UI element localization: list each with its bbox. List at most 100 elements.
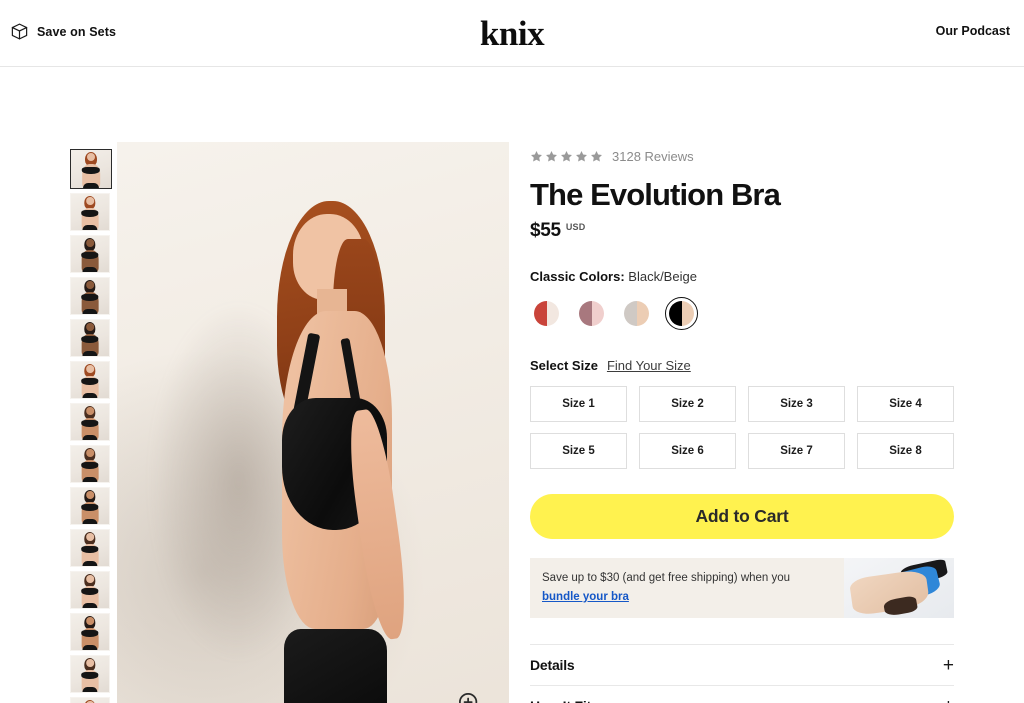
thumbnail-9[interactable] <box>70 529 110 567</box>
color-swatch-red-print[interactable] <box>530 297 563 330</box>
price-currency: USD <box>565 222 586 233</box>
color-swatch-list[interactable] <box>530 297 954 331</box>
thumb-bra <box>81 166 101 175</box>
our-podcast-link[interactable]: Our Podcast <box>936 24 1010 38</box>
thumbnail-figure <box>71 446 109 482</box>
swatch-left-half <box>579 301 592 327</box>
thumbnail-11[interactable] <box>70 613 110 651</box>
accordion-label: How It Fits <box>530 698 599 703</box>
color-swatch-mauve-pink[interactable] <box>575 297 608 330</box>
thumbnail-8[interactable] <box>70 487 110 525</box>
size-selector[interactable]: Size 1 Size 2 Size 3 Size 4 Size 5 Size 6 Size… <box>530 386 954 470</box>
thumb-head <box>86 281 94 289</box>
swatch-right-half <box>591 301 604 327</box>
model-figure <box>223 190 458 703</box>
thumbnail-6[interactable] <box>70 403 110 441</box>
thumbnail-figure <box>71 698 109 703</box>
thumb-head <box>86 407 94 415</box>
thumb-head <box>86 197 94 205</box>
thumb-bottoms <box>82 309 98 314</box>
bundle-your-bra-link[interactable]: bundle your bra <box>542 591 629 603</box>
star-icon <box>575 150 588 163</box>
page-title: The Evolution Bra <box>530 177 781 212</box>
thumbnail-strip[interactable] <box>70 149 114 703</box>
thumb-bottoms <box>82 645 98 650</box>
swatch-right-half <box>636 301 649 327</box>
accordion-details[interactable]: Details + <box>530 645 954 687</box>
thumbnail-13[interactable] <box>70 697 110 703</box>
swatch-right-half <box>681 301 694 327</box>
promo-image <box>844 558 954 619</box>
size-button-6[interactable]: Size 6 <box>639 433 736 470</box>
size-button-2[interactable]: Size 2 <box>639 386 736 423</box>
thumb-head <box>86 239 94 247</box>
color-swatch-grey-beige[interactable] <box>620 297 653 330</box>
find-your-size-link[interactable]: Find Your Size <box>607 358 691 373</box>
size-button-5[interactable]: Size 5 <box>530 433 627 470</box>
thumb-head <box>86 575 94 583</box>
thumbnail-7[interactable] <box>70 445 110 483</box>
add-to-cart-button[interactable]: Add to Cart <box>530 494 954 540</box>
thumbnail-1[interactable] <box>70 193 110 231</box>
thumbnail-figure <box>71 320 109 356</box>
product-gallery: Katy is a 36DD, she's wearing a size 7 b… <box>0 67 520 703</box>
model-bottoms <box>283 629 388 703</box>
swatch-left-half <box>669 301 682 327</box>
thumb-bottoms <box>82 267 98 272</box>
thumbnail-figure <box>71 362 109 398</box>
main-product-image[interactable] <box>117 142 509 703</box>
thumbnail-figure <box>71 194 109 230</box>
size-button-8[interactable]: Size 8 <box>857 433 954 470</box>
selected-color-name: Black/Beige <box>628 269 697 285</box>
size-button-4[interactable]: Size 4 <box>857 386 954 423</box>
thumbnail-0[interactable] <box>70 149 112 189</box>
thumbnail-10[interactable] <box>70 571 110 609</box>
thumb-head <box>87 153 95 162</box>
size-header: Select Size Find Your Size <box>530 358 954 373</box>
price-row: $55 USD <box>530 220 954 242</box>
knix-logo[interactable]: knix <box>0 16 1024 51</box>
thumbnail-figure <box>71 656 109 692</box>
thumb-bottoms <box>83 183 99 188</box>
rating-row[interactable]: 3128 Reviews <box>530 149 954 164</box>
thumbnail-5[interactable] <box>70 361 110 399</box>
size-button-1[interactable]: Size 1 <box>530 386 627 423</box>
thumb-head <box>86 659 94 667</box>
swatch-circle <box>624 301 649 327</box>
swatch-left-half <box>624 301 637 327</box>
thumb-bottoms <box>82 351 98 356</box>
thumb-head <box>86 491 94 499</box>
accordion-label: Details <box>530 657 575 674</box>
product-info-accordion[interactable]: Details+How It Fits+Fabric & Care+ <box>530 644 954 703</box>
thumbnail-figure <box>71 530 109 566</box>
plus-icon[interactable]: + <box>943 697 954 703</box>
thumb-bottoms <box>82 603 98 608</box>
swatch-circle <box>534 301 559 327</box>
thumbnail-figure <box>71 150 111 188</box>
star-rating <box>530 150 603 163</box>
thumbnail-figure <box>71 404 109 440</box>
thumb-bottoms <box>82 435 98 440</box>
bundle-promo-banner[interactable]: Save up to $30 (and get free shipping) w… <box>530 558 954 619</box>
thumbnail-figure <box>71 488 109 524</box>
thumb-bottoms <box>82 393 98 398</box>
plus-icon[interactable]: + <box>943 656 954 675</box>
thumbnail-4[interactable] <box>70 319 110 357</box>
thumb-head <box>86 365 94 373</box>
thumbnail-2[interactable] <box>70 235 110 273</box>
zoom-in-icon[interactable] <box>455 689 485 703</box>
promo-text-block: Save up to $30 (and get free shipping) w… <box>530 558 844 618</box>
thumbnail-3[interactable] <box>70 277 110 315</box>
star-icon <box>560 150 573 163</box>
thumb-head <box>86 449 94 457</box>
size-button-7[interactable]: Size 7 <box>748 433 845 470</box>
reviews-count[interactable]: 3128 Reviews <box>612 149 694 164</box>
thumb-head <box>86 617 94 625</box>
promo-line: Save up to $30 (and get free shipping) w… <box>542 572 791 585</box>
size-button-3[interactable]: Size 3 <box>748 386 845 423</box>
thumb-head <box>86 533 94 541</box>
price-value: $55 <box>530 220 561 242</box>
thumbnail-12[interactable] <box>70 655 110 693</box>
accordion-how-it-fits[interactable]: How It Fits + <box>530 686 954 703</box>
color-swatch-black-beige[interactable] <box>665 297 698 331</box>
